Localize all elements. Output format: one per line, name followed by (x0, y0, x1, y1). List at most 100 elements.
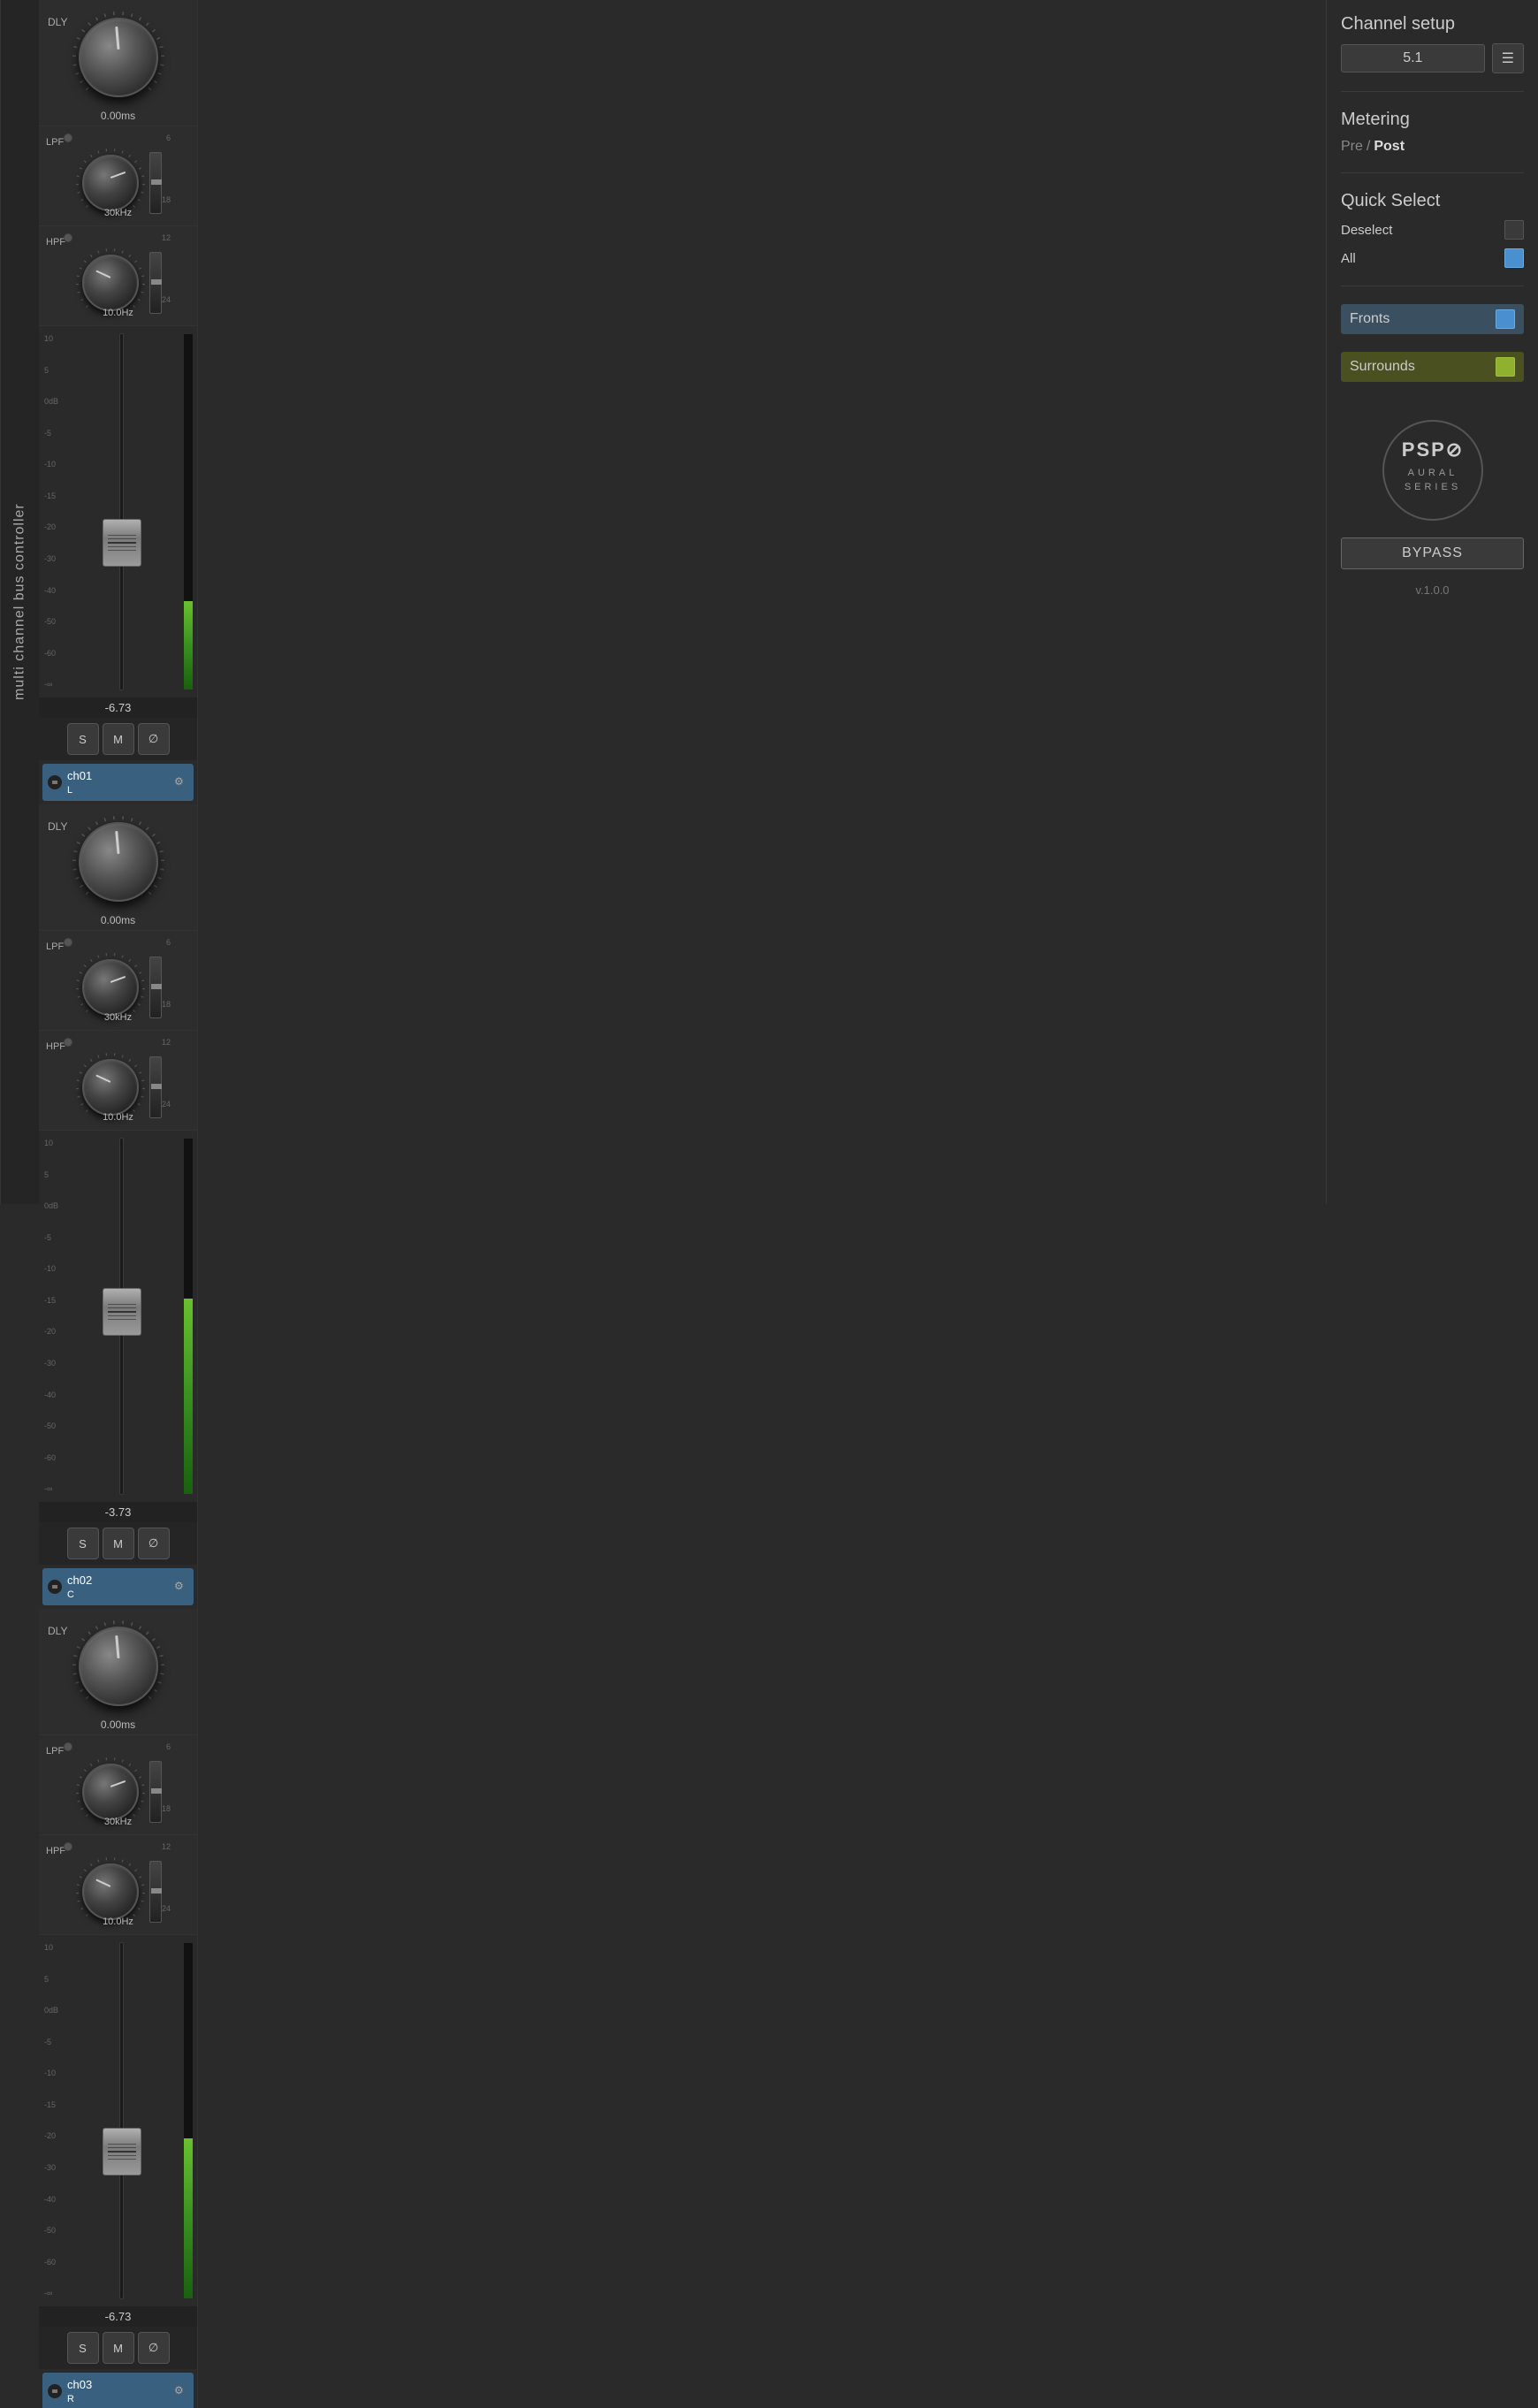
hpf-pointer-ch03 (95, 1878, 110, 1886)
hpf-slider-area-ch01 (149, 252, 162, 314)
fader-scale-ch02: 1050dB-5-10-15-20-30-40-50-60-∞ (42, 1138, 60, 1495)
lpf-pointer-ch03 (110, 1780, 126, 1787)
pre-label[interactable]: Pre (1341, 139, 1363, 155)
surrounds-checkbox[interactable] (1496, 357, 1515, 377)
hpf-power-led-ch03 (64, 1842, 72, 1851)
lpf-db-label2-ch01: 18 (162, 195, 171, 204)
fader-thumb-ch02[interactable] (103, 1288, 141, 1336)
lpf-db-label-ch03: 6 (166, 1742, 171, 1751)
dly-value-ch03: 0.00ms (101, 1718, 135, 1731)
fader-line-1-ch03 (108, 2144, 136, 2145)
solo-btn-ch01[interactable]: S (67, 723, 99, 755)
lpf-slope-slider-ch03[interactable] (149, 1761, 162, 1823)
channel-link-icon-ch01 (48, 775, 62, 789)
dly-knob-container-ch02 (70, 813, 167, 911)
lpf-slope-handle-ch01 (151, 179, 162, 185)
hpf-knob-ch03[interactable] (82, 1863, 139, 1920)
channel-setup-row: 5.1 ☰ (1341, 43, 1524, 73)
fader-line-4-ch02 (108, 1319, 136, 1320)
gear-icon-ch01[interactable]: ⚙ (174, 775, 188, 789)
lpf-knob-ch01[interactable] (82, 155, 139, 211)
hpf-slope-slider-ch01[interactable] (149, 252, 162, 314)
hpf-slope-handle-ch02 (151, 1084, 162, 1089)
meter-ch03 (183, 1942, 194, 2299)
channel-link-icon-ch02 (48, 1580, 62, 1594)
fader-col-ch01 (62, 333, 181, 690)
mute-btn-ch01[interactable]: M (103, 723, 134, 755)
hpf-slider-area-ch03 (149, 1861, 162, 1923)
mute-btn-ch02[interactable]: M (103, 1528, 134, 1559)
lpf-value-ch03: 30kHz (39, 1817, 197, 1827)
fader-thumb-ch03[interactable] (103, 2128, 141, 2176)
metering-title: Metering (1341, 110, 1524, 130)
fader-thumb-ch01[interactable] (103, 519, 141, 567)
hpf-label-ch01: HPF (46, 237, 65, 248)
fader-rail-ch02[interactable] (119, 1138, 124, 1495)
dly-knob-ch03[interactable] (79, 1627, 158, 1706)
fader-line-3-ch01 (108, 546, 136, 547)
hpf-slope-slider-ch03[interactable] (149, 1861, 162, 1923)
hpf-section-ch03: HPF 12 24 (39, 1835, 197, 1935)
dly-section-ch01: DLY 0.00ms (39, 0, 197, 126)
channel-strip-ch01: DLY 0.00ms LPF 6 18 (39, 0, 198, 804)
dly-knob-pointer-ch01 (115, 27, 119, 50)
gear-icon-ch02[interactable]: ⚙ (174, 1580, 188, 1594)
deselect-checkbox[interactable] (1504, 220, 1524, 240)
fader-value-ch02: -3.73 (39, 1502, 197, 1522)
hpf-slope-handle-ch01 (151, 279, 162, 285)
hpf-db-label2-ch01: 24 (162, 295, 171, 304)
channel-setup-title: Channel setup (1341, 14, 1524, 34)
lpf-knob-ch02[interactable] (82, 959, 139, 1016)
dly-section-ch03: DLY 0.00ms (39, 1609, 197, 1735)
hpf-db-label-ch02: 12 (162, 1038, 171, 1047)
hpf-pointer-ch02 (95, 1074, 110, 1082)
deselect-row: Deselect (1341, 220, 1524, 240)
fader-line-center-ch02 (108, 1311, 136, 1313)
lpf-slope-slider-ch02[interactable] (149, 956, 162, 1018)
channel-name-bar-ch03: ch03R ⚙ (42, 2373, 194, 2408)
fronts-row[interactable]: Fronts (1341, 304, 1524, 334)
gear-icon-ch03[interactable]: ⚙ (174, 2384, 188, 2398)
channel-setup-menu-btn[interactable]: ☰ (1492, 43, 1524, 73)
dly-value-ch01: 0.00ms (101, 110, 135, 122)
hpf-db-label-ch01: 12 (162, 233, 171, 242)
dly-knob-container-ch03 (70, 1618, 167, 1715)
lpf-slope-slider-ch01[interactable] (149, 152, 162, 214)
solo-btn-ch03[interactable]: S (67, 2332, 99, 2364)
fader-rail-ch03[interactable] (119, 1942, 124, 2299)
channel-strip-ch03: DLY 0.00ms LPF 6 18 (39, 1609, 198, 2408)
meter-fill-ch01 (184, 601, 193, 690)
surrounds-row[interactable]: Surrounds (1341, 352, 1524, 382)
phase-btn-ch02[interactable]: ∅ (138, 1528, 170, 1559)
divider-1 (1341, 91, 1524, 92)
solo-btn-ch02[interactable]: S (67, 1528, 99, 1559)
all-row: All (1341, 248, 1524, 268)
dly-knob-ch01[interactable] (79, 18, 158, 97)
all-checkbox[interactable] (1504, 248, 1524, 268)
mute-btn-ch03[interactable]: M (103, 2332, 134, 2364)
lpf-db-label2-ch02: 18 (162, 1000, 171, 1009)
channels-area: DLY 0.00ms LPF 6 18 (39, 0, 1326, 1204)
phase-btn-ch03[interactable]: ∅ (138, 2332, 170, 2364)
hpf-section-ch02: HPF 12 24 (39, 1031, 197, 1131)
hpf-slope-slider-ch02[interactable] (149, 1056, 162, 1118)
svg-text:SERIES: SERIES (1404, 482, 1460, 492)
hpf-section-ch01: HPF 12 24 (39, 226, 197, 326)
hpf-knob-ch02[interactable] (82, 1059, 139, 1116)
dly-value-ch02: 0.00ms (101, 914, 135, 926)
fader-area-ch03: 1050dB-5-10-15-20-30-40-50-60-∞ (39, 1935, 197, 2306)
hpf-slope-handle-ch03 (151, 1888, 162, 1894)
fader-line-4-ch03 (108, 2159, 136, 2160)
dly-knob-ch02[interactable] (79, 822, 158, 902)
fader-line-4-ch01 (108, 550, 136, 551)
fader-line-3-ch02 (108, 1315, 136, 1316)
bypass-button[interactable]: BYPASS (1341, 537, 1524, 569)
lpf-section-ch03: LPF 6 18 (39, 1735, 197, 1835)
fronts-checkbox[interactable] (1496, 309, 1515, 329)
fader-rail-ch01[interactable] (119, 333, 124, 690)
hpf-knob-ch01[interactable] (82, 255, 139, 311)
phase-btn-ch01[interactable]: ∅ (138, 723, 170, 755)
lpf-knob-ch03[interactable] (82, 1764, 139, 1820)
fronts-label: Fronts (1350, 311, 1390, 327)
post-label[interactable]: Post (1374, 139, 1405, 155)
